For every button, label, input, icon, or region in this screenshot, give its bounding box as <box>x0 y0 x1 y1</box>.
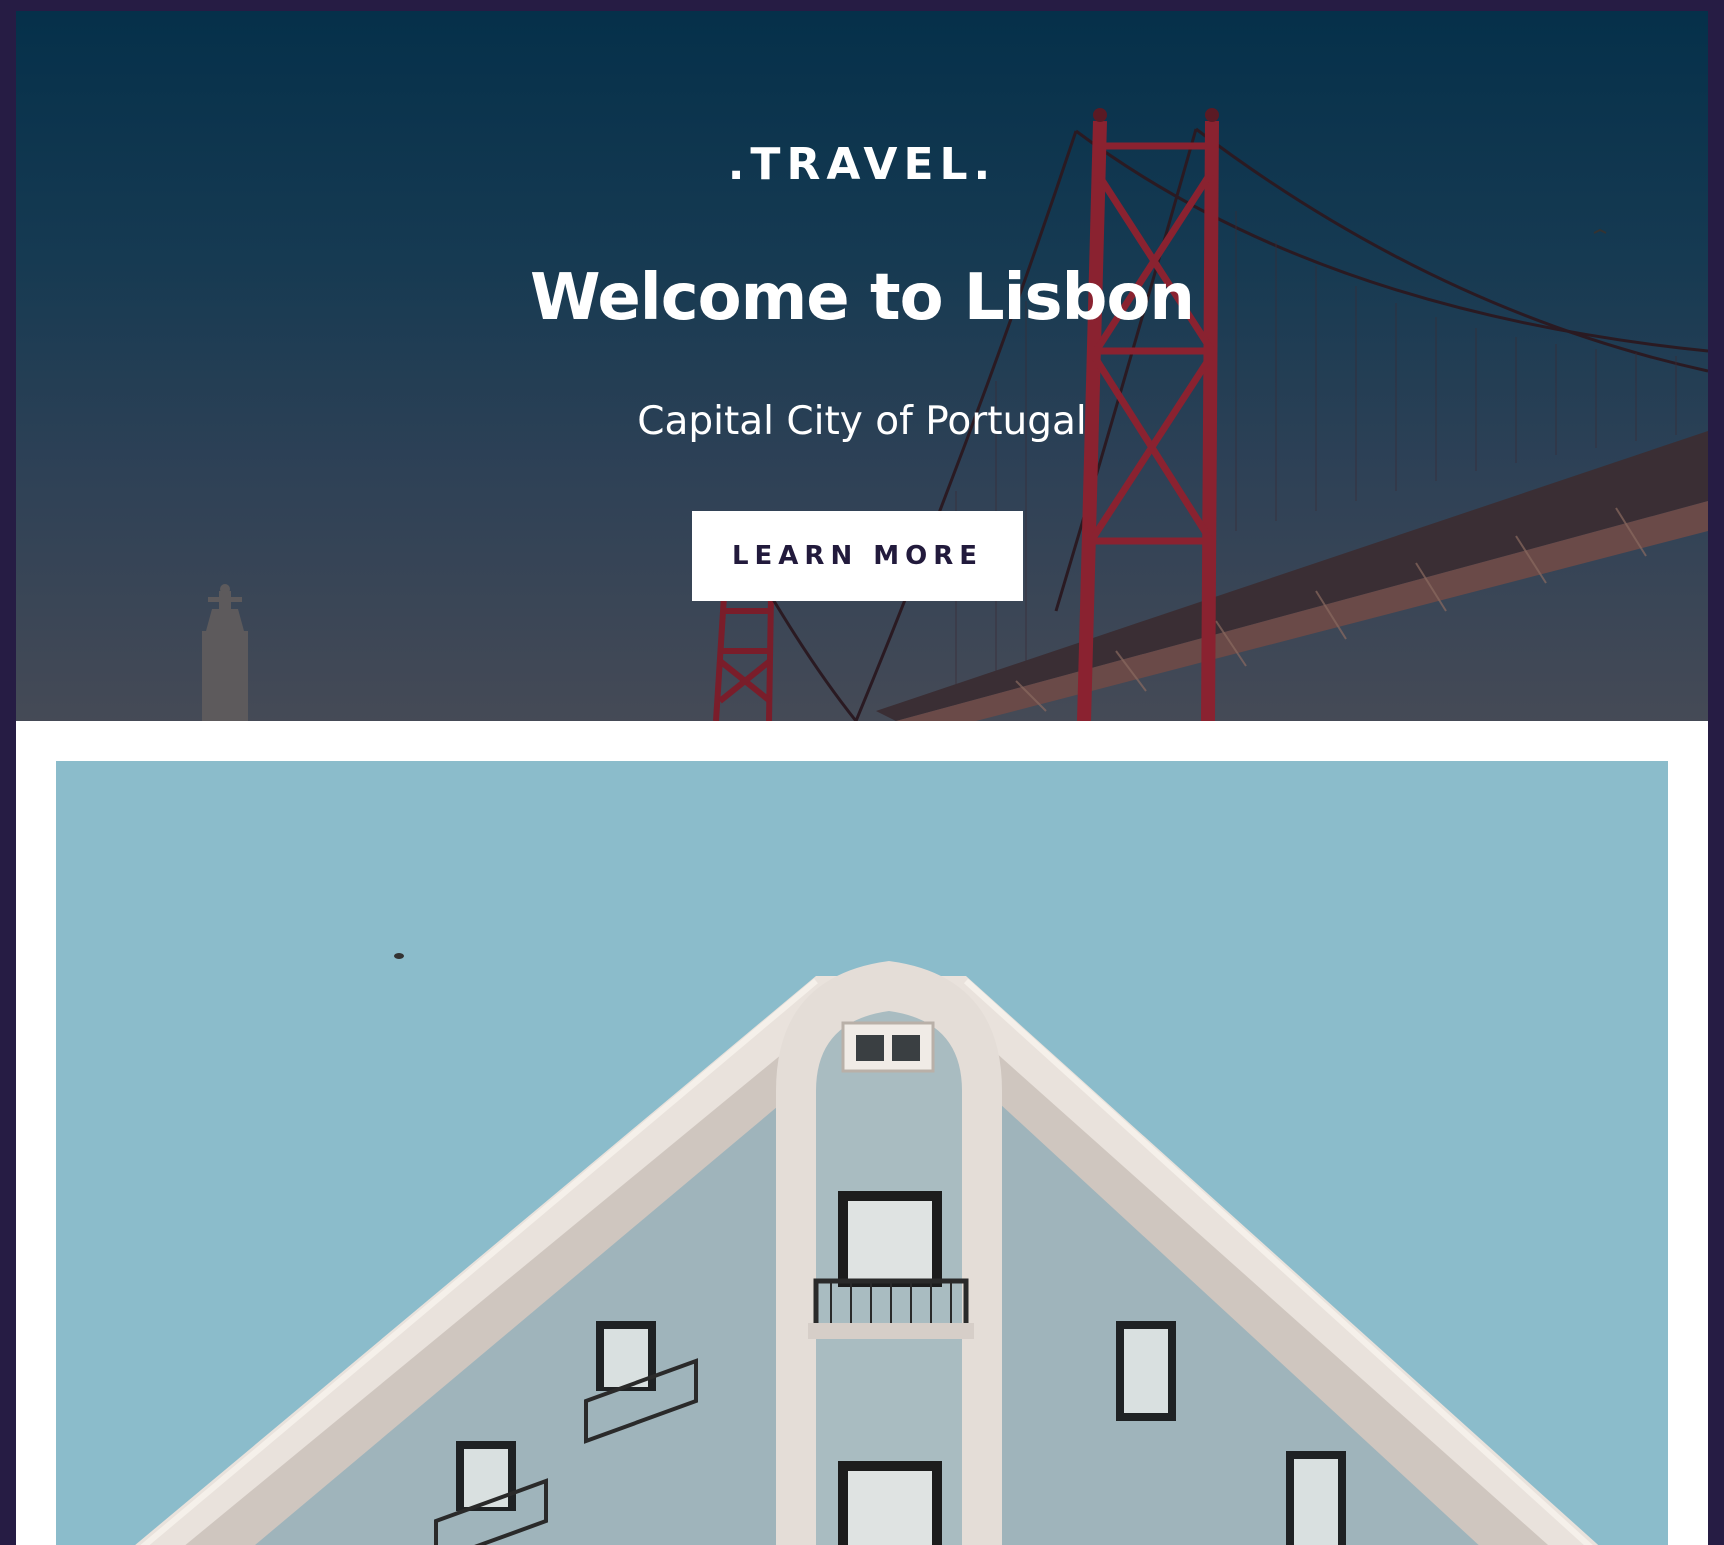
learn-more-button[interactable]: LEARN MORE <box>692 511 1023 601</box>
hero-subtitle: Capital City of Portugal <box>637 399 1087 444</box>
hero-content: .TRAVEL. Welcome to Lisbon Capital City … <box>16 11 1708 721</box>
building-image <box>56 761 1668 1545</box>
page-container: .TRAVEL. Welcome to Lisbon Capital City … <box>16 11 1708 1545</box>
brand-logo[interactable]: .TRAVEL. <box>16 139 1708 190</box>
hero-section: .TRAVEL. Welcome to Lisbon Capital City … <box>16 11 1708 721</box>
building-photo <box>56 761 1668 1545</box>
hero-title: Welcome to Lisbon <box>530 261 1195 335</box>
